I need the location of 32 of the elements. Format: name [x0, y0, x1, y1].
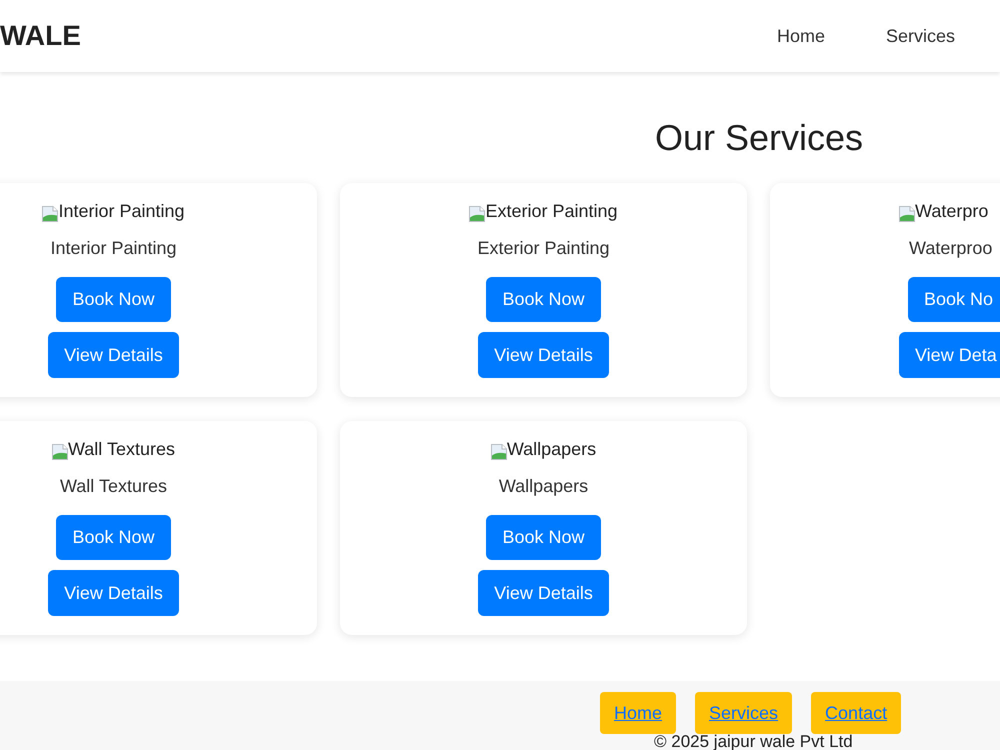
service-title: Interior Painting: [50, 238, 177, 259]
image-alt-text: Interior Painting: [58, 201, 185, 222]
footer-link[interactable]: Home: [600, 692, 676, 734]
details-button[interactable]: View Details: [48, 332, 179, 378]
image-alt-text: Exterior Painting: [485, 201, 618, 222]
details-button[interactable]: View Details: [478, 570, 609, 616]
footer-link[interactable]: Services: [695, 692, 792, 734]
book-button[interactable]: Book No: [908, 277, 1000, 322]
details-button[interactable]: View Details: [48, 570, 179, 616]
logo-text[interactable]: WALE: [0, 15, 81, 57]
nav-link[interactable]: Services: [886, 22, 955, 50]
book-button[interactable]: Book Now: [486, 277, 601, 322]
nav-link[interactable]: Home: [776, 22, 825, 50]
broken-image-icon: [469, 206, 486, 222]
footer-link[interactable]: Contact: [811, 692, 902, 734]
details-button[interactable]: View Details: [478, 332, 609, 378]
book-button[interactable]: Book Now: [56, 277, 171, 322]
service-title: Wallpapers: [498, 476, 588, 497]
service-title: Exterior Painting: [477, 238, 610, 259]
broken-image-icon: [52, 444, 68, 460]
details-button[interactable]: View Deta: [899, 332, 1000, 378]
image-alt-text: Waterpro: [915, 201, 988, 222]
image-alt-text: Wall Textures: [68, 439, 176, 460]
broken-image-icon: [899, 206, 915, 222]
service-title: Waterproo: [909, 238, 992, 259]
service-title: Wall Textures: [60, 476, 168, 497]
book-button[interactable]: Book Now: [56, 515, 171, 560]
book-button[interactable]: Book Now: [486, 515, 601, 560]
broken-image-icon: [490, 444, 507, 460]
image-alt-text: Wallpapers: [506, 439, 596, 460]
broken-image-icon: [42, 206, 58, 222]
page-title: Our Services: [654, 117, 863, 158]
